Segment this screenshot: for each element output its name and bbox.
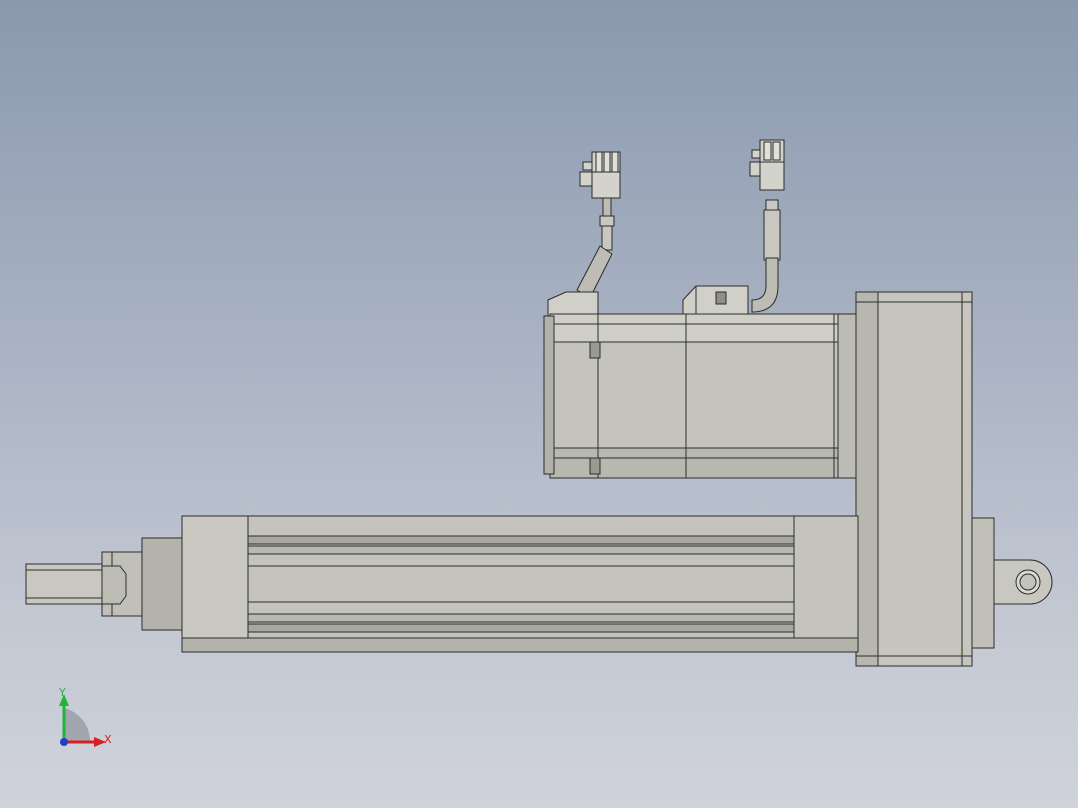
- z-axis-dot: [60, 738, 68, 746]
- actuator-cylinder[interactable]: [181, 515, 859, 653]
- right-connector-cable[interactable]: [749, 139, 785, 313]
- servo-motor[interactable]: [543, 285, 859, 479]
- gearbox-housing[interactable]: [855, 291, 973, 667]
- x-axis-label: X: [104, 733, 112, 746]
- triad-plane-shade: [64, 708, 91, 742]
- y-axis-label: Y: [59, 686, 66, 699]
- actuator-3d-model[interactable]: [0, 0, 1078, 808]
- rear-clevis-mount[interactable]: [971, 517, 1053, 649]
- cad-graphics-viewport[interactable]: Y X: [0, 0, 1078, 808]
- left-connector-cable[interactable]: [576, 151, 621, 299]
- front-rod-end[interactable]: [25, 537, 183, 631]
